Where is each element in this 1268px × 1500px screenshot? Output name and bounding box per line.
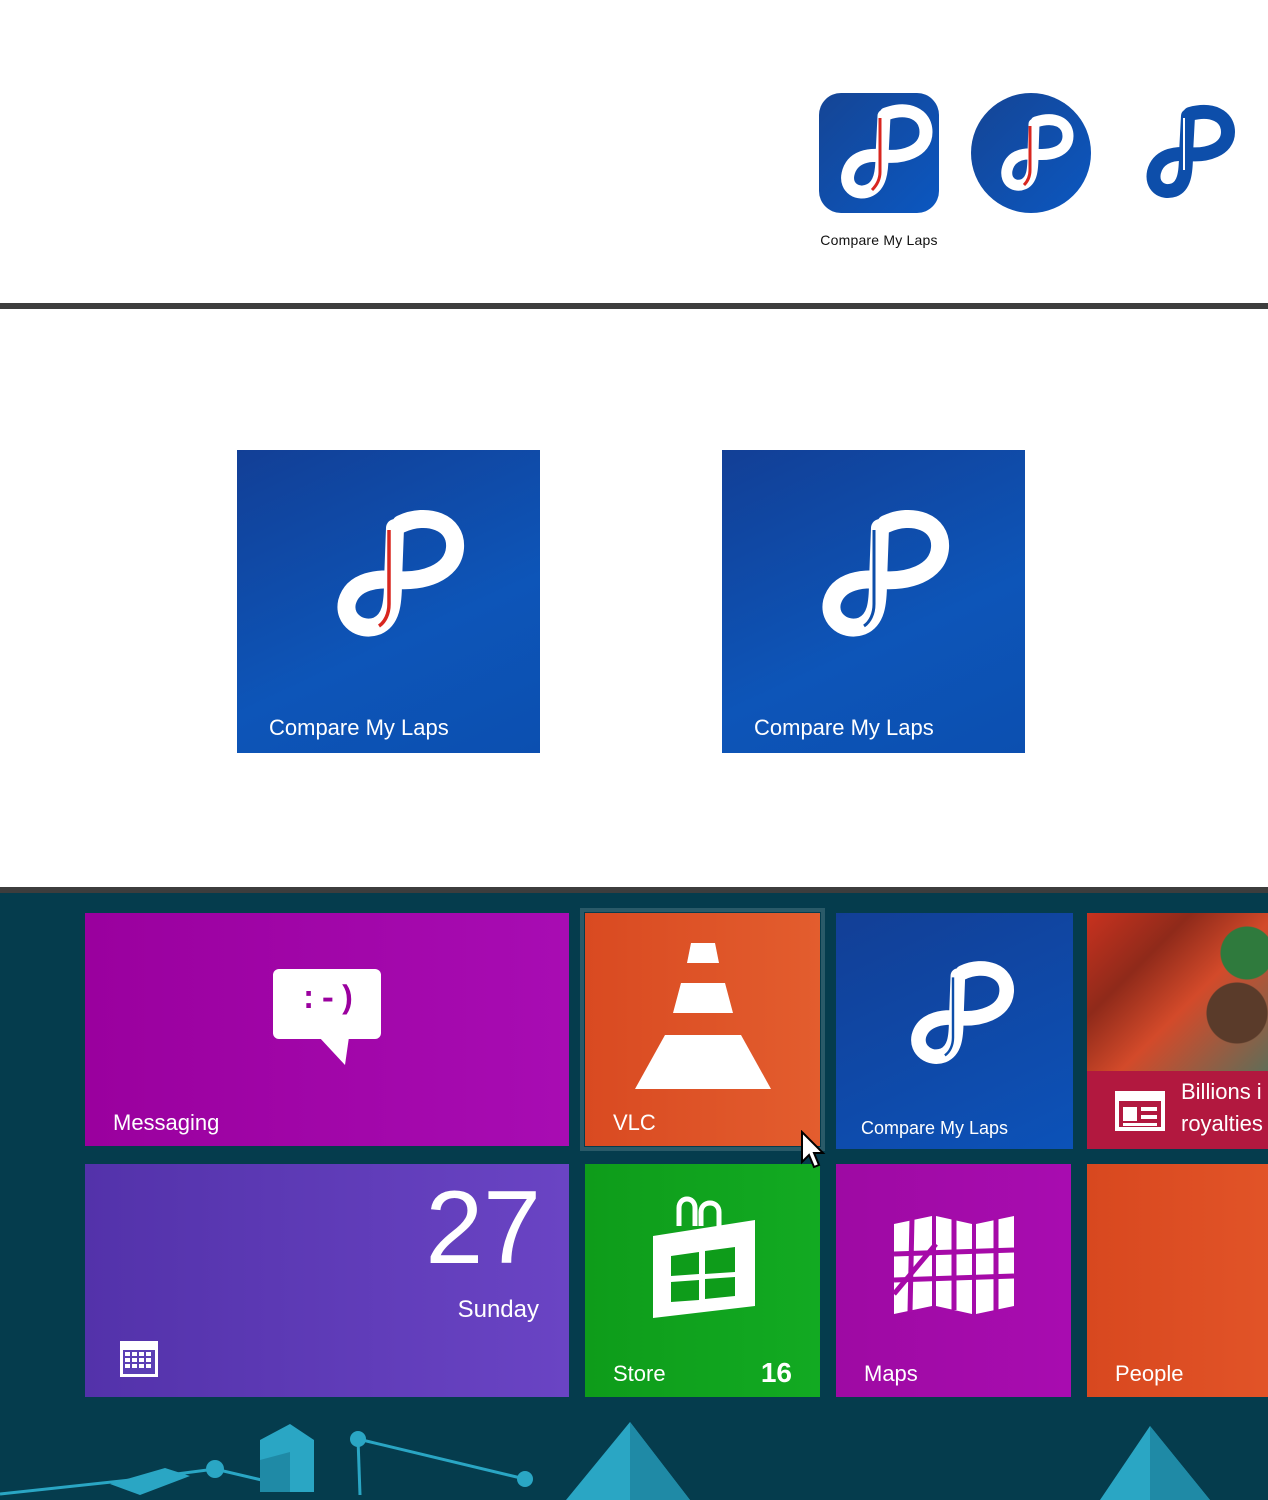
messaging-tile[interactable]: :-) Messaging (85, 913, 569, 1146)
tile-label: Maps (864, 1361, 918, 1386)
tile-label: Store (613, 1361, 666, 1386)
medium-tiles-section: Compare My Laps Compare My Laps (0, 309, 1268, 887)
shopping-bag-icon (653, 1196, 755, 1318)
calendar-day-number: 27 (425, 1170, 541, 1286)
newspaper-icon (1115, 1091, 1165, 1131)
glyph-only-logo-icon (1124, 100, 1236, 212)
icon-caption: Compare My Laps (820, 232, 938, 248)
logo-icon (911, 961, 1014, 1064)
vlc-tile[interactable]: VLC (585, 913, 820, 1146)
news-headline-line1: Billions i (1181, 1079, 1262, 1104)
calendar-tile[interactable]: 27 Sunday (85, 1164, 569, 1397)
background-decoration (0, 1422, 1210, 1500)
news-photo (1087, 913, 1268, 1071)
tile-label: VLC (613, 1110, 656, 1135)
start-screen: :-) Messaging VLC Compare My Laps Billio… (0, 893, 1268, 1500)
medium-tile-with-red-stripe[interactable]: Compare My Laps (237, 450, 540, 753)
circle-logo-icon (970, 92, 1092, 214)
news-headline-line2: royalties (1181, 1111, 1263, 1136)
icon-variants-section: Compare My Laps (0, 0, 1268, 303)
calendar-day-name: Sunday (457, 1296, 539, 1323)
compare-my-laps-tile[interactable]: Compare My Laps (836, 913, 1073, 1149)
logo-icon (822, 509, 949, 637)
tile-label: Compare My Laps (269, 715, 449, 740)
logo-icon (337, 509, 464, 637)
store-tile[interactable]: Store 16 (585, 1164, 820, 1397)
mouse-cursor-icon (801, 1130, 826, 1169)
store-badge: 16 (760, 1357, 792, 1388)
traffic-cone-icon (635, 943, 771, 1089)
news-tile[interactable]: Billions i royalties (1087, 913, 1268, 1149)
emoticon-text: :-) (299, 981, 357, 1018)
tile-label: Compare My Laps (861, 1118, 1009, 1138)
news-headline-bar: Billions i royalties (1087, 1071, 1268, 1149)
medium-tile-plain[interactable]: Compare My Laps (722, 450, 1025, 753)
tile-label: Messaging (113, 1110, 220, 1135)
calendar-icon (120, 1341, 158, 1377)
folded-map-icon (892, 1216, 1015, 1314)
people-tile[interactable]: People (1087, 1164, 1268, 1397)
tile-label: Compare My Laps (754, 715, 934, 740)
maps-tile[interactable]: Maps (836, 1164, 1071, 1397)
tile-label: People (1115, 1361, 1184, 1386)
rounded-square-logo-icon (818, 92, 940, 214)
